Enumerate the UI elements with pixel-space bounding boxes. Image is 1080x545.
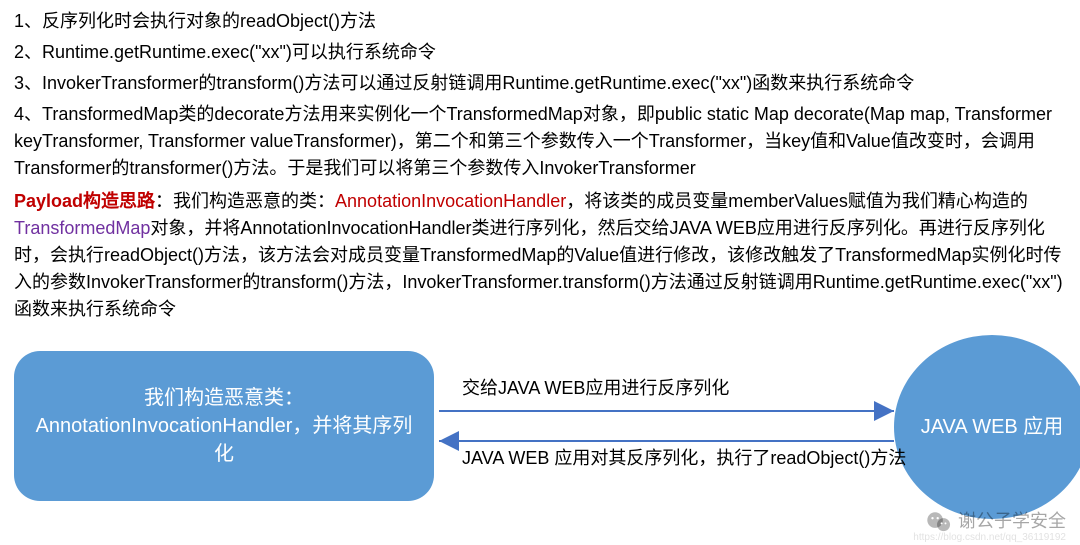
payload-aih: AnnotationInvocationHandler <box>335 191 566 211</box>
payload-seg1: ：我们构造恶意的类： <box>155 191 335 211</box>
diagram-container: 我们构造恶意类：AnnotationInvocationHandler，并将其序… <box>14 331 1066 521</box>
payload-label: Payload构造思路 <box>14 191 155 211</box>
payload-seg2: ，将该类的成员变量memberValues赋值为我们精心构造的 <box>566 191 1028 211</box>
arrow-bottom-label: JAVA WEB 应用对其反序列化，执行了readObject()方法 <box>462 447 922 470</box>
source-link: https://blog.csdn.net/qq_36119192 <box>913 530 1066 545</box>
point-1: 1、反序列化时会执行对象的readObject()方法 <box>14 8 1066 35</box>
payload-tmap: TransformedMap <box>14 218 150 238</box>
point-4: 4、TransformedMap类的decorate方法用来实例化一个Trans… <box>14 101 1066 182</box>
payload-seg3: 对象，并将AnnotationInvocationHandler类进行序列化，然… <box>14 218 1063 319</box>
point-2: 2、Runtime.getRuntime.exec("xx")可以执行系统命令 <box>14 39 1066 66</box>
payload-paragraph: Payload构造思路：我们构造恶意的类：AnnotationInvocatio… <box>14 188 1066 323</box>
arrows-svg <box>14 331 1080 531</box>
point-3: 3、InvokerTransformer的transform()方法可以通过反射… <box>14 70 1066 97</box>
arrow-top-label: 交给JAVA WEB应用进行反序列化 <box>462 375 922 402</box>
